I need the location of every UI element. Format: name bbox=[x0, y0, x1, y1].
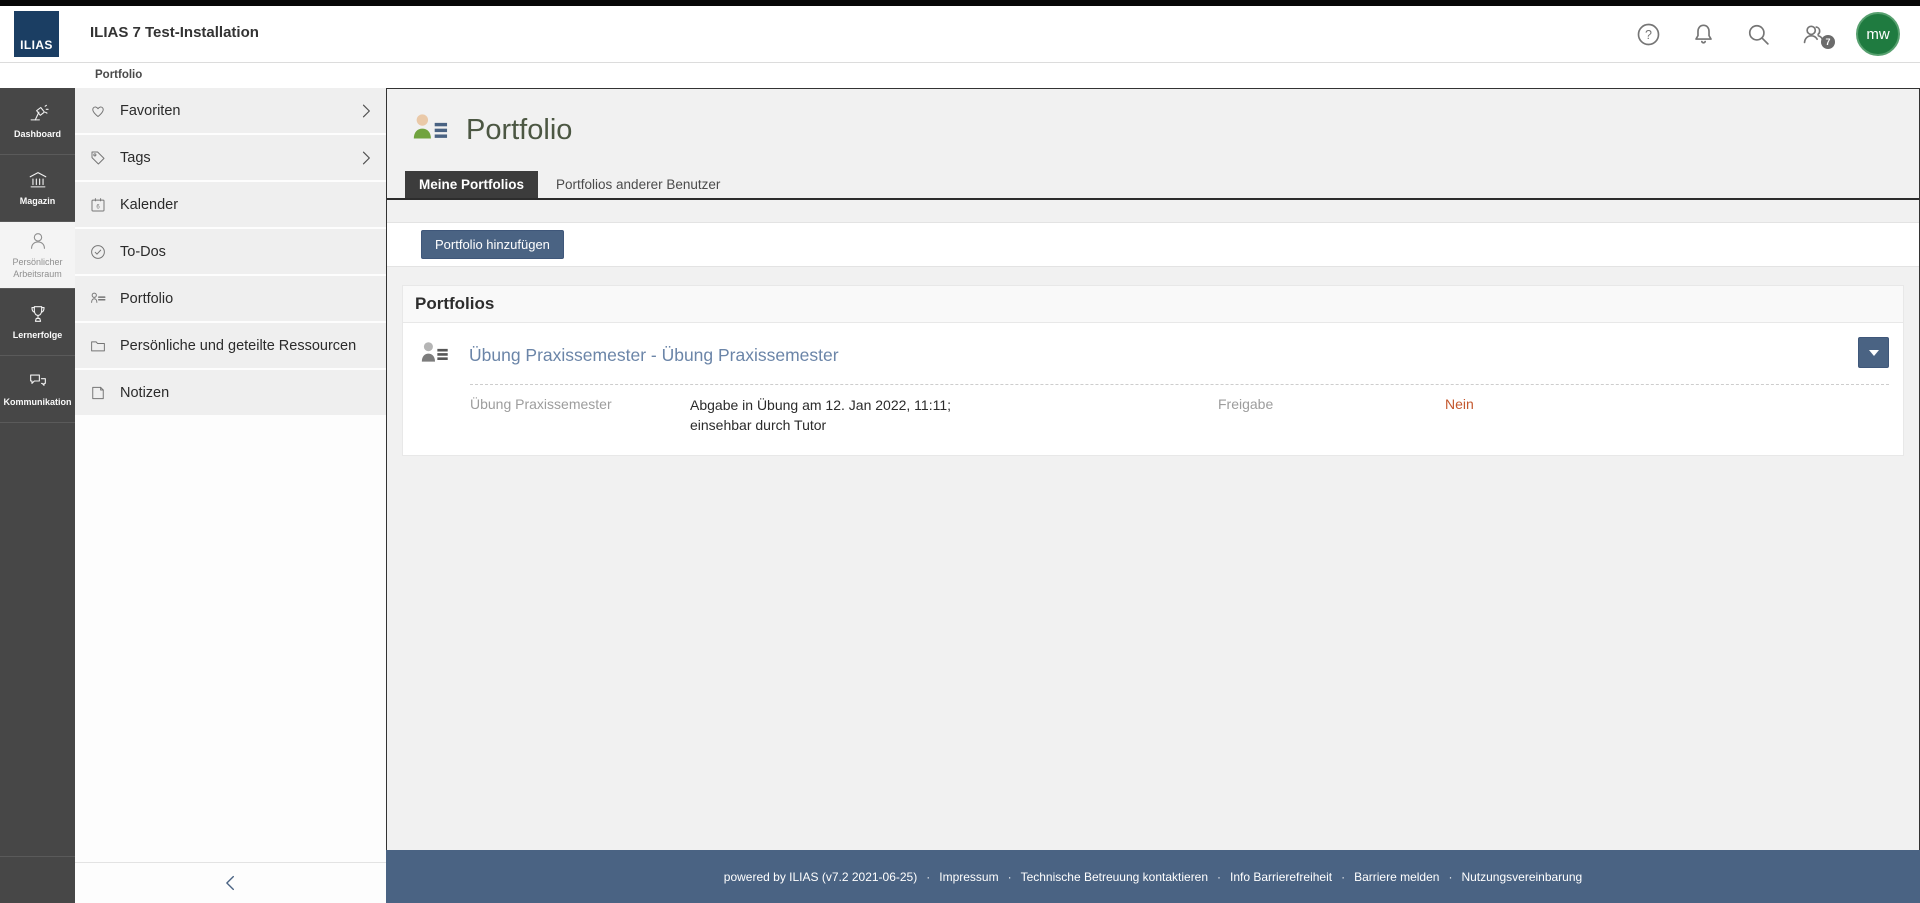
rail-item-dashboard[interactable]: Dashboard bbox=[0, 88, 75, 155]
powered-by-text: powered by ILIAS (v7.2 2021-06-25) bbox=[723, 869, 918, 884]
check-circle-icon bbox=[91, 244, 105, 259]
sidebar-item-favoriten[interactable]: Favoriten bbox=[75, 88, 386, 133]
portfolio-icon bbox=[91, 292, 106, 303]
sidebar-item-todos[interactable]: To-Dos bbox=[75, 229, 386, 274]
caret-down-icon bbox=[1868, 349, 1879, 356]
content-panel: Portfolio Meine Portfolios Portfolios an… bbox=[386, 88, 1920, 850]
main-bar-rail: Dashboard Magazin Persönlicher Arbeitsra… bbox=[0, 88, 75, 903]
footer-link-nutzungsvereinbarung[interactable]: Nutzungsvereinbarung bbox=[1461, 870, 1582, 884]
toolbar: Portfolio hinzufügen bbox=[387, 222, 1919, 267]
rail-item-magazin[interactable]: Magazin bbox=[0, 155, 75, 222]
avatar-initials: mw bbox=[1866, 25, 1890, 43]
row-divider bbox=[470, 384, 1889, 385]
portfolios-section-title: Portfolios bbox=[402, 285, 1904, 323]
help-icon[interactable]: ? bbox=[1636, 22, 1661, 47]
sidebar-item-tags[interactable]: Tags bbox=[75, 135, 386, 180]
tag-icon bbox=[91, 151, 105, 164]
tab-portfolios-anderer-benutzer[interactable]: Portfolios anderer Benutzer bbox=[542, 171, 734, 198]
window-top-strip bbox=[0, 0, 1920, 6]
folder-icon bbox=[91, 340, 105, 351]
trophy-icon bbox=[30, 305, 45, 322]
installation-title: ILIAS 7 Test-Installation bbox=[90, 24, 259, 41]
page-title: Portfolio bbox=[466, 113, 573, 146]
chevron-left-icon bbox=[225, 875, 234, 891]
page-header: Portfolio bbox=[387, 89, 1919, 149]
portfolio-row: Übung Praxissemester - Übung Praxissemes… bbox=[417, 337, 1889, 371]
top-bar: ILIAS ILIAS 7 Test-Installation ? 7 mw bbox=[0, 6, 1920, 63]
bank-icon bbox=[29, 171, 46, 188]
portfolios-card: Portfolios Übung Praxissemester - Übung … bbox=[402, 285, 1904, 457]
lamp-icon bbox=[30, 104, 49, 121]
sidebar-item-notizen[interactable]: Notizen bbox=[75, 370, 386, 415]
search-icon[interactable] bbox=[1746, 22, 1771, 47]
footer-link-technische-betreuung[interactable]: Technische Betreuung kontaktieren bbox=[1021, 870, 1208, 884]
top-bar-actions: ? 7 mw bbox=[1636, 6, 1920, 62]
footer-link-impressum[interactable]: Impressum bbox=[939, 870, 998, 884]
footer-link-info-barrierefreiheit[interactable]: Info Barrierefreiheit bbox=[1230, 870, 1332, 884]
calendar-icon: 6 bbox=[91, 197, 105, 211]
footer-link-barriere-melden[interactable]: Barriere melden bbox=[1354, 870, 1439, 884]
rail-item-kommunikation[interactable]: Kommunikation bbox=[0, 356, 75, 423]
ilias-logo-text: ILIAS bbox=[20, 38, 53, 52]
tools-sidebar: Favoriten Tags 6 Kalender To-Dos Portfol… bbox=[75, 88, 386, 903]
tab-bar: Meine Portfolios Portfolios anderer Benu… bbox=[387, 171, 1919, 200]
tab-meine-portfolios[interactable]: Meine Portfolios bbox=[405, 171, 539, 198]
person-icon bbox=[30, 232, 45, 249]
chat-bubbles-icon bbox=[29, 374, 46, 386]
breadcrumb: Portfolio bbox=[0, 64, 1920, 88]
footer: powered by ILIAS (v7.2 2021-06-25) · Imp… bbox=[386, 850, 1920, 903]
online-count-badge: 7 bbox=[1821, 34, 1835, 49]
sidebar-item-portfolio[interactable]: Portfolio bbox=[75, 276, 386, 321]
svg-text:6: 6 bbox=[96, 204, 100, 210]
chevron-right-icon[interactable] bbox=[356, 101, 376, 121]
portfolio-details: Übung Praxissemester Abgabe in Übung am … bbox=[417, 396, 1889, 435]
chevron-right-icon[interactable] bbox=[356, 148, 376, 168]
portfolio-title-link[interactable]: Übung Praxissemester - Übung Praxissemes… bbox=[469, 345, 839, 366]
add-portfolio-button[interactable]: Portfolio hinzufügen bbox=[421, 230, 564, 259]
sidebar-collapse-button[interactable] bbox=[75, 862, 386, 903]
rail-item-persoenlicher-arbeitsraum[interactable]: Persönlicher Arbeitsraum bbox=[0, 222, 75, 289]
share-label: Freigabe bbox=[1218, 396, 1274, 412]
svg-text:?: ? bbox=[1645, 27, 1652, 41]
who-is-online-icon[interactable]: 7 bbox=[1801, 22, 1835, 49]
sidebar-item-kalender[interactable]: 6 Kalender bbox=[75, 182, 386, 227]
detail-label: Übung Praxissemester bbox=[470, 396, 612, 412]
rail-bottom-divider bbox=[0, 856, 75, 857]
note-icon bbox=[92, 386, 104, 399]
notifications-bell-icon[interactable] bbox=[1691, 22, 1716, 47]
rail-item-lernerfolge[interactable]: Lernerfolge bbox=[0, 289, 75, 356]
detail-value: Abgabe in Übung am 12. Jan 2022, 11:11; … bbox=[690, 397, 952, 433]
portfolios-list: Übung Praxissemester - Übung Praxissemes… bbox=[402, 323, 1904, 457]
breadcrumb-portfolio[interactable]: Portfolio bbox=[95, 69, 142, 81]
portfolio-page-icon bbox=[413, 114, 448, 139]
heart-icon bbox=[92, 105, 104, 117]
portfolio-item-icon bbox=[421, 342, 448, 362]
ilias-screen: ILIAS ILIAS 7 Test-Installation ? 7 mw P… bbox=[0, 0, 1920, 903]
ilias-logo[interactable]: ILIAS bbox=[14, 11, 59, 57]
sidebar-item-ressourcen[interactable]: Persönliche und geteilte Ressourcen bbox=[75, 323, 386, 368]
user-avatar[interactable]: mw bbox=[1856, 12, 1900, 56]
share-value: Nein bbox=[1445, 396, 1474, 412]
portfolio-actions-dropdown-button[interactable] bbox=[1858, 337, 1889, 368]
